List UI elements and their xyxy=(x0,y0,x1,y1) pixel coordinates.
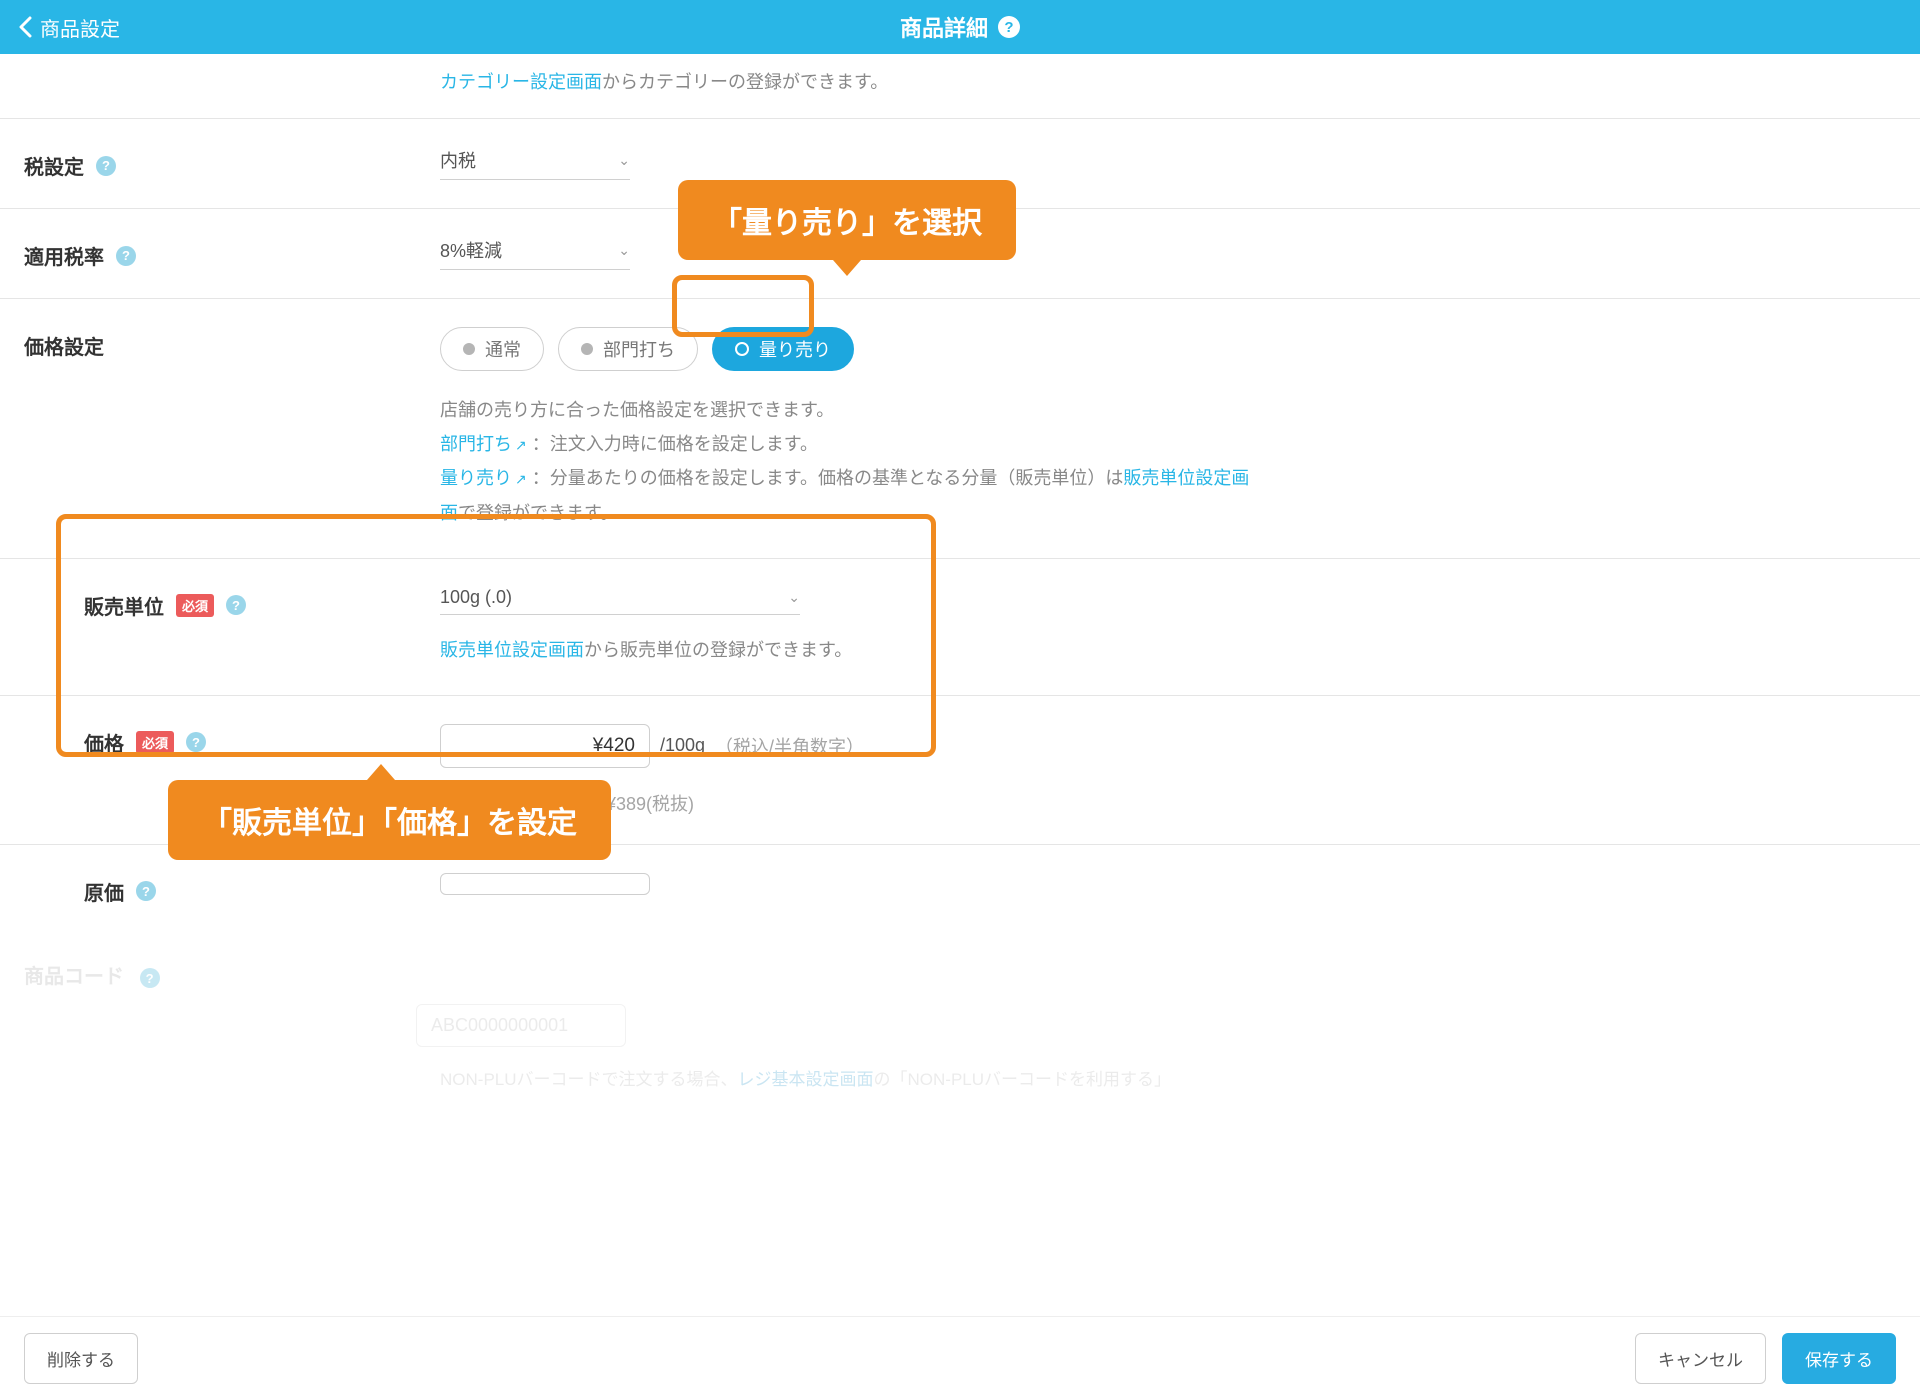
rate-value: 8%軽減 xyxy=(440,237,502,263)
opt-normal-label: 通常 xyxy=(485,336,521,362)
chevron-down-icon: ⌄ xyxy=(788,589,800,606)
saleunit-note: 販売単位設定画面から販売単位の登録ができます。 xyxy=(440,633,1260,667)
ghost-note: NON-PLUバーコードで注文する場合、レジ基本設定画面の「NON-PLUバーコ… xyxy=(440,1065,1920,1090)
ghost-note2: の「NON-PLUバーコードを利用する」 xyxy=(874,1070,1172,1089)
help-icon[interactable]: ? xyxy=(226,595,246,615)
back-button[interactable]: 商品設定 xyxy=(18,13,120,42)
weigh-link-label: 量り売り xyxy=(440,468,512,488)
price-input-row: ¥420 /100g （税込/半角数字） xyxy=(440,724,1920,768)
help-icon[interactable]: ? xyxy=(96,156,116,176)
external-link-icon: ↗ xyxy=(515,466,527,493)
dept-desc: ：注文入力時に価格を設定します。 xyxy=(532,434,818,454)
pricetype-options: 通常 部門打ち 量り売り xyxy=(440,327,1920,371)
cost-input[interactable] xyxy=(440,873,650,895)
footer-bar: 削除する キャンセル 保存する xyxy=(0,1316,1920,1400)
ghost-input: ABC0000000001 xyxy=(416,1004,626,1047)
category-note-text: からカテゴリーの登録ができます。 xyxy=(602,72,888,92)
required-badge: 必須 xyxy=(176,594,214,617)
ghost-label: 商品コード xyxy=(24,966,124,988)
delete-button[interactable]: 削除する xyxy=(24,1333,138,1384)
saleunit-settings-link[interactable]: 販売単位設定画面 xyxy=(440,640,584,660)
price-hint: （税込/半角数字） xyxy=(715,733,864,759)
help-icon[interactable]: ? xyxy=(186,732,206,752)
help-icon[interactable]: ? xyxy=(136,881,156,901)
row-saleunit: 販売単位 必須 ? 100g (.0) ⌄ 販売単位設定画面から販売単位の登録が… xyxy=(0,559,1920,696)
tax-label: 税設定 xyxy=(24,151,84,180)
category-settings-link[interactable]: カテゴリー設定画面 xyxy=(440,72,602,92)
radio-icon xyxy=(581,343,593,355)
pricetype-desc: 店舗の売り方に合った価格設定を選択できます。 部門打ち↗ ：注文入力時に価格を設… xyxy=(440,393,1260,530)
help-icon[interactable]: ? xyxy=(998,16,1020,38)
weigh-desc2: で登録ができます。 xyxy=(458,503,618,523)
page-header: 商品設定 商品詳細 ? xyxy=(0,0,1920,54)
saleunit-value: 100g (.0) xyxy=(440,587,512,608)
callout-arrow-icon xyxy=(367,764,395,780)
help-icon[interactable]: ? xyxy=(116,246,136,266)
save-button[interactable]: 保存する xyxy=(1782,1333,1896,1384)
radio-icon xyxy=(463,343,475,355)
pricetype-weigh[interactable]: 量り売り xyxy=(712,327,854,371)
pricetype-desc1: 店舗の売り方に合った価格設定を選択できます。 xyxy=(440,393,1260,427)
pricetype-label: 価格設定 xyxy=(24,331,104,360)
chevron-left-icon xyxy=(18,16,32,38)
ghost-note-link: レジ基本設定画面 xyxy=(738,1070,874,1089)
help-icon: ? xyxy=(140,968,160,988)
callout-arrow-icon xyxy=(833,260,861,276)
saleunit-select[interactable]: 100g (.0) ⌄ xyxy=(440,587,800,615)
cancel-button[interactable]: キャンセル xyxy=(1635,1333,1766,1384)
callout-top-text: 「量り売り」を選択 xyxy=(712,207,982,240)
external-link-icon: ↗ xyxy=(515,432,527,459)
dept-link-label: 部門打ち xyxy=(440,434,512,454)
page-title-wrap: 商品詳細 ? xyxy=(900,11,1020,43)
chevron-down-icon: ⌄ xyxy=(618,152,630,169)
cost-label: 原価 xyxy=(84,877,124,906)
opt-dept-label: 部門打ち xyxy=(603,336,675,362)
price-per: /100g xyxy=(660,735,705,756)
callout-top: 「量り売り」を選択 xyxy=(678,180,1016,260)
callout-bottom: 「販売単位」「価格」を設定 xyxy=(168,780,611,860)
pricetype-dept[interactable]: 部門打ち xyxy=(558,327,698,371)
price-label: 価格 xyxy=(84,728,124,757)
dept-link[interactable]: 部門打ち↗ xyxy=(440,434,527,454)
weigh-link[interactable]: 量り売り↗ xyxy=(440,468,527,488)
saleunit-note-rest: から販売単位の登録ができます。 xyxy=(584,640,852,660)
tax-select[interactable]: 内税 ⌄ xyxy=(440,147,630,180)
content: カテゴリー設定画面からカテゴリーの登録ができます。 税設定 ? 内税 ⌄ 適用税… xyxy=(0,54,1920,1230)
callout-bottom-text: 「販売単位」「価格」を設定 xyxy=(202,807,577,840)
weigh-desc1: ：分量あたりの価格を設定します。価格の基準となる分量（販売単位）は xyxy=(532,468,1124,488)
radio-icon xyxy=(735,342,749,356)
page-title: 商品詳細 xyxy=(900,11,988,43)
pricetype-normal[interactable]: 通常 xyxy=(440,327,544,371)
row-pricetype: 価格設定 通常 部門打ち 量り売り 店舗の売り方に合った価格設定を選択できます。 xyxy=(0,299,1920,559)
ghost-note1: NON-PLUバーコードで注文する場合、 xyxy=(440,1070,738,1089)
chevron-down-icon: ⌄ xyxy=(618,242,630,259)
ghost-section: 商品コード ? ABC0000000001 NON-PLUバーコードで注文する場… xyxy=(0,934,1920,1090)
opt-weigh-label: 量り売り xyxy=(759,336,831,362)
rate-select[interactable]: 8%軽減 ⌄ xyxy=(440,237,630,270)
required-badge: 必須 xyxy=(136,731,174,754)
rate-label: 適用税率 xyxy=(24,241,104,270)
back-label: 商品設定 xyxy=(40,13,120,42)
saleunit-label: 販売単位 xyxy=(84,591,164,620)
category-note: カテゴリー設定画面からカテゴリーの登録ができます。 xyxy=(0,54,1920,119)
tax-value: 内税 xyxy=(440,147,476,173)
price-input[interactable]: ¥420 xyxy=(440,724,650,768)
